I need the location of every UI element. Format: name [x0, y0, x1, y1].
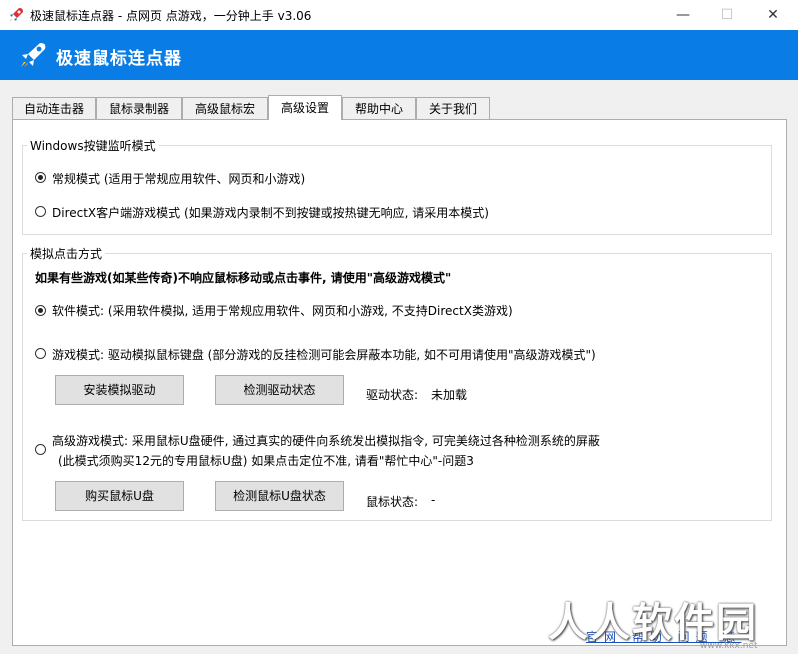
- game-mode-label[interactable]: 游戏模式: 驱动模拟鼠标键盘 (部分游戏的反挂检测可能会屏蔽本功能, 如不可用请…: [52, 346, 596, 363]
- windows-listen-group: [22, 145, 772, 235]
- normal-mode-label[interactable]: 常规模式 (适用于常规应用软件、网页和小游戏): [52, 170, 305, 187]
- tab-about-us[interactable]: 关于我们: [416, 97, 490, 119]
- check-usb-button[interactable]: 检测鼠标U盘状态: [215, 481, 344, 511]
- normal-mode-radio[interactable]: [35, 172, 46, 183]
- app-name: 极速鼠标连点器: [56, 49, 182, 69]
- window-title: 极速鼠标连点器 - 点网页 点游戏，一分钟上手 v3.06: [30, 9, 312, 23]
- check-driver-button[interactable]: 检测驱动状态: [215, 375, 344, 405]
- buy-usb-button[interactable]: 购买鼠标U盘: [55, 481, 184, 511]
- app-header: 极速鼠标连点器: [0, 30, 798, 80]
- windows-listen-group-title: Windows按键监听模式: [27, 137, 159, 154]
- software-mode-radio[interactable]: [35, 305, 46, 316]
- maximize-button[interactable]: ☐: [704, 0, 750, 30]
- directx-mode-label[interactable]: DirectX客户端游戏模式 (如果游戏内录制不到按键或按热键无响应, 请采用本…: [52, 204, 489, 221]
- click-method-group-title: 模拟点击方式: [27, 245, 106, 262]
- driver-status-label: 驱动状态:: [366, 388, 419, 402]
- rocket-icon: [21, 43, 46, 67]
- title-bar: 极速鼠标连点器 - 点网页 点游戏，一分钟上手 v3.06 — ☐ ✕: [0, 0, 798, 30]
- close-button[interactable]: ✕: [750, 0, 796, 30]
- advanced-game-mode-radio[interactable]: [35, 444, 46, 455]
- driver-status-value: 未加载: [431, 388, 468, 402]
- tab-advanced-settings[interactable]: 高级设置: [268, 95, 342, 120]
- tab-mouse-recorder[interactable]: 鼠标录制器: [96, 97, 182, 119]
- tab-auto-clicker[interactable]: 自动连击器: [12, 97, 96, 119]
- tab-help-center[interactable]: 帮助中心: [342, 97, 416, 119]
- software-mode-label[interactable]: 软件模式: (采用软件模拟, 适用于常规应用软件、网页和小游戏, 不支持Dire…: [52, 302, 513, 319]
- tab-advanced-macro[interactable]: 高级鼠标宏: [182, 97, 268, 119]
- advanced-game-mode-line2: (此模式须购买12元的专用鼠标U盘) 如果点击定位不准, 请看"帮忙中心"-问题…: [58, 454, 474, 468]
- install-driver-button[interactable]: 安装模拟驱动: [55, 375, 184, 405]
- usb-status-label: 鼠标状态:: [366, 495, 419, 509]
- site-watermark: 人人软件园: [548, 600, 758, 646]
- site-watermark-url: www.kkx.net: [700, 641, 758, 651]
- minimize-button[interactable]: —: [660, 0, 706, 30]
- usb-status-value: -: [431, 493, 436, 507]
- app-rocket-icon: [9, 8, 23, 22]
- advanced-mode-warning: 如果有些游戏(如某些传奇)不响应鼠标移动或点击事件, 请使用"高级游戏模式": [35, 271, 452, 285]
- game-mode-radio[interactable]: [35, 348, 46, 359]
- directx-mode-radio[interactable]: [35, 206, 46, 217]
- advanced-game-mode-line1[interactable]: 高级游戏模式: 采用鼠标U盘硬件, 通过真实的硬件向系统发出模拟指令, 可完美绕…: [52, 432, 600, 449]
